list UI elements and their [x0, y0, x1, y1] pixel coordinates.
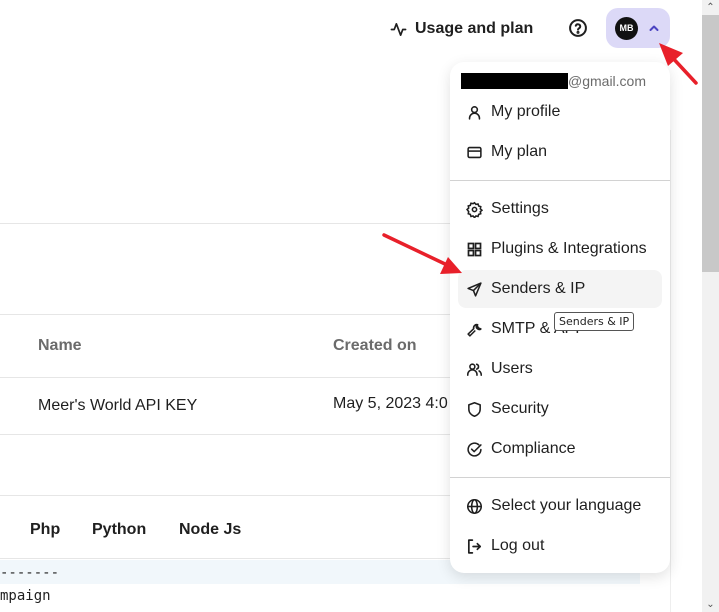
tab-node-js[interactable]: Node Js [179, 521, 241, 539]
table-top-border [0, 314, 450, 315]
menu-item-my-profile[interactable]: My profile [458, 93, 662, 131]
code-line: ------- [0, 565, 60, 581]
usage-and-plan-label: Usage and plan [415, 20, 534, 37]
menu-item-label: Plugins & Integrations [491, 240, 647, 257]
wrench-icon [467, 323, 482, 337]
menu-item-label: Security [491, 400, 549, 417]
tabs-border [0, 558, 450, 559]
grid-icon [467, 242, 482, 256]
menu-item-label: Compliance [491, 440, 576, 457]
menu-item-compliance[interactable]: Compliance [458, 430, 662, 468]
menu-item-log-out[interactable]: Log out [458, 527, 662, 565]
code-section-divider [0, 495, 450, 496]
scrollbar-thumb[interactable] [702, 15, 719, 272]
menu-item-label: My profile [491, 103, 561, 120]
panel-border [670, 130, 671, 612]
usage-and-plan-link[interactable]: Usage and plan [390, 17, 533, 41]
api-key-created-on: May 5, 2023 4:0 [333, 395, 448, 412]
avatar: MB [615, 16, 638, 40]
email-domain: @gmail.com [568, 73, 647, 89]
account-menu-button[interactable]: MB [606, 8, 670, 48]
menu-item-plugins-integrations[interactable]: Plugins & Integrations [458, 230, 662, 268]
menu-divider [450, 180, 670, 181]
menu-item-label: Log out [491, 537, 545, 554]
table-row-border [0, 434, 450, 435]
menu-item-label: My plan [491, 143, 548, 160]
account-email: @gmail.com [461, 73, 646, 89]
menu-item-select-language[interactable]: Select your language [458, 487, 662, 525]
globe-icon [466, 498, 483, 514]
column-header-created-on: Created on [333, 337, 417, 354]
menu-item-label: Settings [491, 200, 549, 217]
code-line: mpaign [0, 588, 51, 604]
question-circle-icon[interactable] [568, 18, 588, 38]
tooltip: Senders & IP [554, 312, 635, 331]
menu-item-my-plan[interactable]: My plan [458, 133, 662, 171]
shield-icon [468, 401, 481, 417]
column-header-name: Name [38, 337, 82, 354]
menu-item-label: Select your language [491, 497, 642, 514]
tab-php[interactable]: Php [30, 521, 60, 539]
scroll-up-arrow-icon[interactable]: ⌃ [702, 0, 719, 15]
check-circle-icon [467, 441, 482, 457]
activity-icon [390, 22, 407, 36]
menu-item-users[interactable]: Users [458, 350, 662, 388]
menu-item-label: Users [491, 360, 533, 377]
user-icon [468, 105, 481, 120]
gear-icon [466, 201, 483, 218]
credit-card-icon [467, 146, 482, 158]
scroll-down-arrow-icon[interactable]: ⌄ [702, 597, 719, 612]
redacted-email-user [461, 73, 568, 89]
logout-icon [467, 538, 482, 554]
menu-item-label: Senders & IP [491, 280, 586, 297]
menu-divider [450, 477, 670, 478]
tab-python[interactable]: Python [92, 521, 146, 539]
api-key-name: Meer's World API KEY [38, 397, 198, 414]
chevron-up-icon [649, 25, 659, 31]
menu-item-security[interactable]: Security [458, 390, 662, 428]
section-divider [0, 223, 450, 224]
menu-item-settings[interactable]: Settings [458, 190, 662, 228]
menu-item-senders-ip[interactable]: Senders & IP [458, 270, 662, 308]
send-icon [467, 281, 482, 297]
table-header-border [0, 377, 450, 378]
users-icon [466, 362, 483, 376]
